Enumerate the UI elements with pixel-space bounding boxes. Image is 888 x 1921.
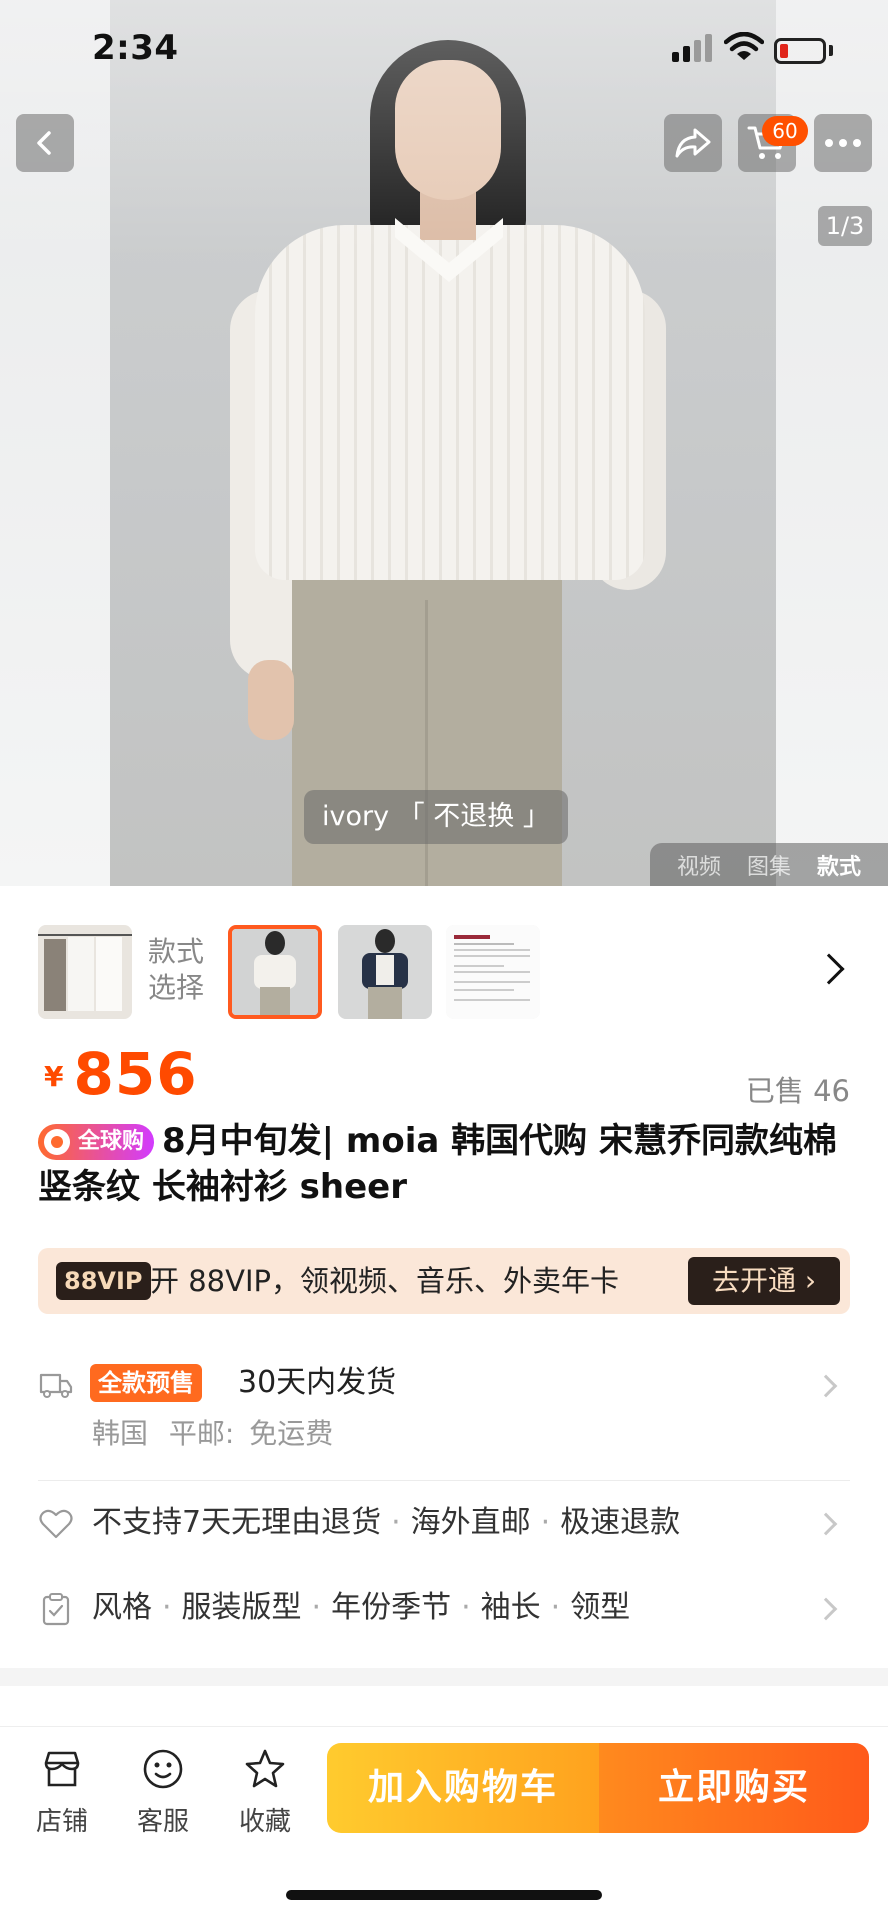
ship-origin: 韩国 — [92, 1417, 149, 1450]
shop-label: 店铺 — [35, 1807, 88, 1837]
more-dots-icon — [825, 139, 861, 147]
customer-service-button[interactable]: 客服 — [123, 1747, 203, 1838]
tab-video[interactable]: 视频 — [677, 849, 721, 881]
currency-symbol: ¥ — [44, 1060, 64, 1093]
chevron-left-icon — [37, 131, 51, 155]
global-purchase-icon — [44, 1129, 70, 1155]
attributes-chevron-icon — [814, 1597, 838, 1621]
price-value: 856 — [73, 1040, 198, 1108]
vip-open-button[interactable]: 去开通 › — [688, 1257, 840, 1305]
service-label: 客服 — [136, 1807, 189, 1837]
guarantee-item: 不支持7天无理由退货 — [92, 1505, 382, 1540]
battery-nub — [829, 45, 833, 56]
guarantee-chevron-icon — [814, 1512, 838, 1536]
vip-promo-text: 开 88VIP，领视频、音乐、外卖年卡 — [150, 1264, 619, 1298]
guarantee-item: 海外直邮 — [410, 1505, 531, 1540]
style-select-label-line2: 选择 — [148, 971, 205, 1004]
media-tabs: 视频 图集 款式 — [650, 843, 888, 886]
share-button[interactable] — [664, 114, 722, 172]
attribute-item: 年份季节 — [331, 1590, 452, 1625]
product-image-carousel[interactable]: 2:34 60 1/3 ivory 「 不退换 」 视频 图集 款式 — [0, 0, 888, 886]
tab-gallery[interactable]: 图集 — [747, 849, 791, 881]
ivory-shirt-image — [232, 929, 318, 1015]
clipboard-icon — [42, 1593, 70, 1626]
wifi-icon — [724, 32, 764, 60]
guarantee-list: 不支持7天无理由退货 · 海外直邮 · 极速退款 — [92, 1505, 681, 1540]
section-gap — [0, 1668, 888, 1686]
favorite-button[interactable]: 收藏 — [225, 1747, 305, 1838]
home-indicator — [286, 1890, 602, 1900]
guarantee-row[interactable]: 不支持7天无理由退货 · 海外直邮 · 极速退款 — [38, 1504, 850, 1544]
service-icon — [143, 1749, 183, 1789]
chevron-right-icon[interactable] — [813, 953, 845, 985]
buy-now-button[interactable]: 立即购买 — [599, 1743, 869, 1833]
image-caption: ivory 「 不退换 」 — [304, 790, 568, 844]
shipping-row[interactable]: 全款预售 30天内发货 韩国 平邮: 免运费 — [38, 1364, 850, 1468]
shop-icon — [44, 1751, 80, 1787]
navy-shirt-image — [338, 925, 432, 1019]
vip-tag: 88VIP — [56, 1262, 151, 1300]
shipping-details: 韩国 平邮: 免运费 — [92, 1416, 333, 1452]
star-icon — [245, 1749, 285, 1788]
image-page-indicator: 1/3 — [818, 206, 872, 246]
attribute-list: 风格 · 服装版型 · 年份季节 · 袖长 · 领型 — [92, 1590, 631, 1625]
style-select-label-line1: 款式 — [148, 935, 205, 968]
cart-count-badge: 60 — [762, 116, 808, 146]
global-purchase-badge: 全球购 — [38, 1124, 155, 1160]
more-button[interactable] — [814, 114, 872, 172]
attributes-row[interactable]: 风格 · 服装版型 · 年份季节 · 袖长 · 领型 — [38, 1589, 850, 1629]
style-select-label: 款式 选择 — [148, 934, 204, 1006]
thumbnail-navy[interactable] — [338, 925, 432, 1019]
postage-label: 平邮: — [168, 1417, 235, 1450]
model-hand — [248, 660, 294, 740]
presale-tag: 全款预售 — [90, 1364, 202, 1402]
truck-icon — [39, 1373, 73, 1398]
attribute-item: 风格 — [92, 1590, 152, 1625]
shipping-chevron-icon — [814, 1374, 838, 1398]
shopping-guide-image — [446, 925, 540, 1019]
product-title: 全球购 8月中旬发| moia 韩国代购 宋慧乔同款纯棉竖条纹 长袖衬衫 shee… — [38, 1118, 850, 1210]
tab-style[interactable]: 款式 — [817, 849, 861, 881]
heart-icon — [39, 1509, 73, 1539]
attribute-item: 领型 — [570, 1590, 631, 1625]
postage-value: 免运费 — [249, 1417, 334, 1450]
status-time: 2:34 — [92, 28, 179, 68]
price: ¥856 — [44, 1040, 198, 1108]
global-purchase-label: 全球购 — [78, 1129, 145, 1154]
guarantee-item: 极速退款 — [560, 1505, 681, 1540]
battery-icon — [774, 38, 826, 64]
delivery-time: 30天内发货 — [238, 1365, 397, 1400]
thumbnail-ivory-selected[interactable] — [228, 925, 322, 1019]
attribute-item: 袖长 — [480, 1590, 541, 1625]
favorite-label: 收藏 — [238, 1807, 291, 1837]
product-title-text: 8月中旬发| moia 韩国代购 宋慧乔同款纯棉竖条纹 长袖衬衫 sheer — [38, 1121, 837, 1207]
back-button[interactable] — [16, 114, 74, 172]
divider — [38, 1480, 850, 1481]
thumbnail-shopping-guide[interactable] — [446, 925, 540, 1019]
sold-count: 已售 46 — [745, 1074, 850, 1108]
style-thumbnail-row: 款式 选择 — [0, 900, 888, 1030]
vip-banner[interactable]: 88VIP 开 88VIP，领视频、音乐、外卖年卡 去开通 › — [38, 1248, 850, 1314]
hanging-shirts-image — [38, 925, 132, 1019]
add-to-cart-button[interactable]: 加入购物车 — [327, 1743, 599, 1833]
thumbnail-hanging-shirts[interactable] — [38, 925, 132, 1019]
share-icon — [675, 128, 711, 158]
attribute-item: 服装版型 — [181, 1590, 302, 1625]
shop-button[interactable]: 店铺 — [22, 1747, 102, 1838]
